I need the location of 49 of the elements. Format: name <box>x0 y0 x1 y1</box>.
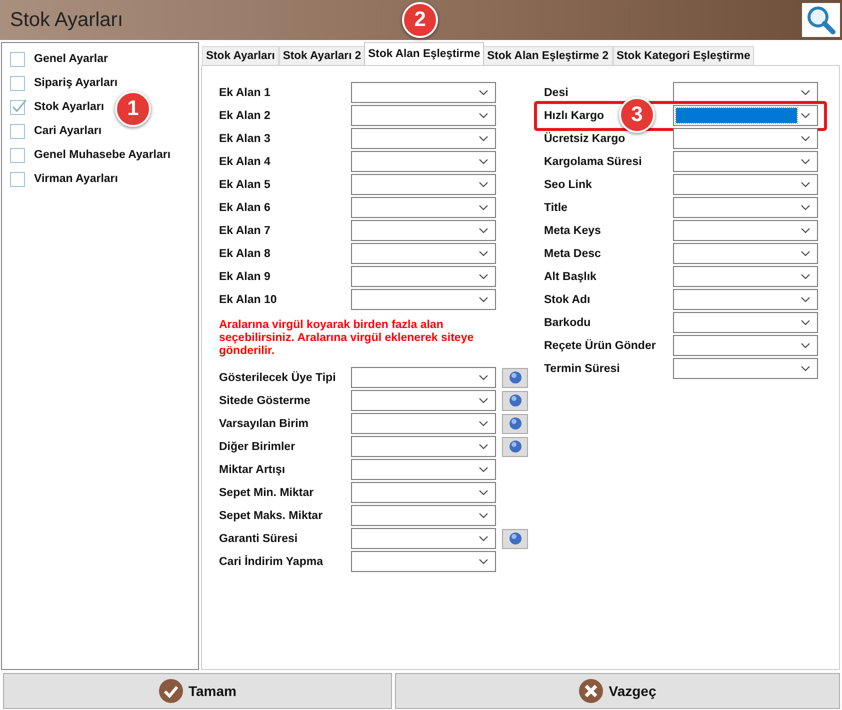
tab[interactable]: Stok Alan Eşleştirme <box>364 42 484 65</box>
field-label: Ek Alan 7 <box>219 224 270 236</box>
sidebar-item[interactable]: Virman Ayarları <box>34 173 118 185</box>
field-label: Sepet Min. Miktar <box>219 486 314 498</box>
tab[interactable]: Stok Kategori Eşleştirme <box>612 46 754 65</box>
sidebar-item[interactable]: Cari Ayarları <box>34 125 102 137</box>
field-label: Ek Alan 8 <box>219 248 270 260</box>
field-label: Cari İndirim Yapma <box>219 556 323 568</box>
cancel-button[interactable]: Vazgeç <box>395 673 840 709</box>
field-label: Miktar Artışı <box>219 464 286 476</box>
field-label: Ek Alan 2 <box>219 110 270 122</box>
field-label: Ek Alan 3 <box>219 132 270 144</box>
field-label: Ek Alan 4 <box>219 156 270 168</box>
field-label: Garanti Süresi <box>219 532 298 544</box>
field-label: Barkodu <box>544 316 591 328</box>
field-label: Meta Desc <box>544 248 601 260</box>
field-label: Varsayılan Birim <box>219 418 308 430</box>
sidebar-item[interactable]: Genel Muhasebe Ayarları <box>34 149 171 161</box>
sidebar-item[interactable]: Genel Ayarlar <box>34 53 108 65</box>
field-label: Hızlı Kargo <box>544 110 604 122</box>
field-label: Sitede Gösterme <box>219 394 310 406</box>
tab[interactable]: Stok Alan Eşleştirme 2 <box>483 46 612 65</box>
field-label: Ek Alan 5 <box>219 178 270 190</box>
field-label: Seo Link <box>544 178 592 190</box>
sidebar-item[interactable]: Sipariş Ayarları <box>34 77 118 89</box>
field-label: Gösterilecek Üye Tipi <box>219 372 336 384</box>
field-label: Stok Adı <box>544 294 590 306</box>
field-label: Desi <box>544 86 568 98</box>
step-badge: 3 <box>619 97 655 133</box>
field-label: Kargolama Süresi <box>544 156 642 168</box>
field-label: Alt Başlık <box>544 270 596 282</box>
note-text: Aralarına virgül koyarak birden fazla alan seçebilirsiniz. Aralarına virgül eklenerek siteye gönderilir. <box>219 319 475 358</box>
step-badge: 1 <box>115 91 151 127</box>
tab[interactable]: Stok Ayarları <box>202 46 279 65</box>
field-label: Ek Alan 1 <box>219 86 270 98</box>
field-label: Sepet Maks. Miktar <box>219 510 323 522</box>
window-title: Stok Ayarları <box>10 8 124 32</box>
tab[interactable]: Stok Ayarları 2 <box>278 46 366 65</box>
field-label: Diğer Birimler <box>219 440 296 452</box>
ok-button[interactable]: Tamam <box>3 673 392 709</box>
field-label: Ek Alan 6 <box>219 202 270 214</box>
field-label: Ek Alan 9 <box>219 270 270 282</box>
sidebar-item[interactable]: Stok Ayarları <box>34 101 104 113</box>
field-label: Ek Alan 10 <box>219 294 277 306</box>
field-label: Title <box>544 202 568 214</box>
field-label: Ücretsiz Kargo <box>544 132 626 144</box>
field-label: Termin Süresi <box>544 362 620 374</box>
field-label: Reçete Ürün Gönder <box>544 340 656 352</box>
field-label: Meta Keys <box>544 224 601 236</box>
